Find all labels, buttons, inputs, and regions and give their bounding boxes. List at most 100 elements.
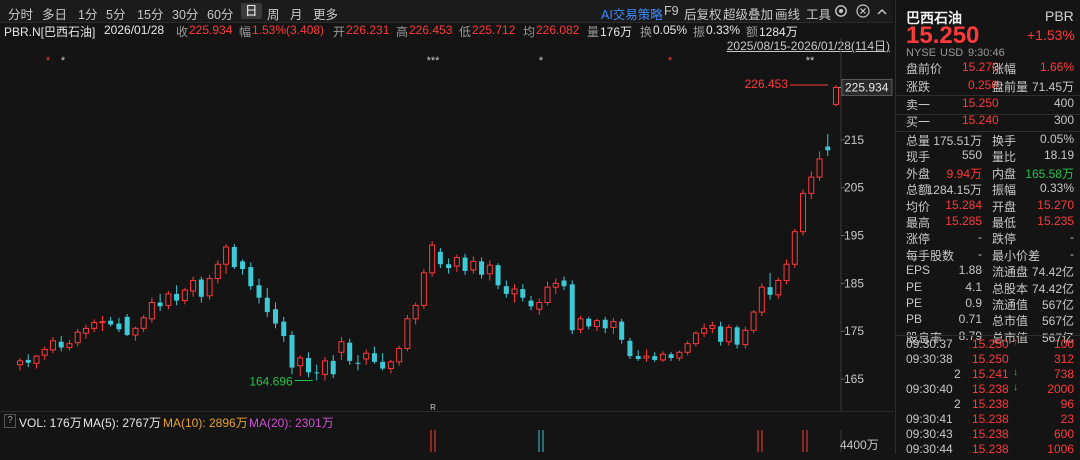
period-tab-monthly[interactable]: 月 [290,4,303,23]
candle-body-down [289,335,295,368]
candle-body-down [347,342,353,361]
trade-time: 09:30:40 [906,382,953,396]
candle-body-down [124,316,130,336]
volume-bar [802,428,808,452]
arrow-down-icon: ↓ [1013,367,1018,378]
candle-body-up [321,360,328,375]
stat-value: 567亿 [1041,314,1074,329]
stat-value: - [978,246,982,261]
adjust-button[interactable]: 后复权 [684,4,722,23]
candle-body-down [825,146,831,151]
volume-indicator-bar: ? VOL: 176万 MA(5): 2767万 MA(10): 2896万 M… [0,411,893,430]
period-tab-daily[interactable]: 日 [241,3,262,19]
overlay-button[interactable]: 超级叠加 [723,4,773,23]
candle-body-up [775,279,782,296]
stat-label: 总量 [906,134,931,148]
candle-body-down [569,284,575,331]
stat-row: 最高 15.285 最低 15.235 [896,214,1078,232]
close-icon[interactable] [856,4,870,18]
premarket-change-value: 1.66% [1039,60,1074,74]
stat-row: 总额 1284.15万 振幅 0.33% [896,181,1078,199]
stat-label: 总股本 [992,281,1029,296]
trade-volume: 100 [1053,337,1074,351]
period-tab-weekly[interactable]: 周 [267,4,280,23]
candle-body-up [833,86,839,105]
candle-body-up [41,348,48,356]
bar-date: 2026/01/28 [104,23,165,37]
stat-label: 最低 [992,216,1017,230]
stat-label: 每手股数 [906,248,955,263]
candle-body-up [132,327,139,336]
stat-value: 9.94万 [946,166,982,181]
draw-line-button[interactable]: 画线 [775,4,800,23]
candle-body-up [709,324,716,329]
candle-body-down [627,340,633,357]
stat-row: 每手股数 - 最小价差 - [896,247,1078,265]
trade-volume: 312 [1053,352,1074,366]
candle-body-down [264,297,270,313]
stat-row: 涨停 - 跌停 - [896,230,1078,248]
candle-body-down [25,359,31,363]
candle-body-down [198,279,204,297]
candle-body-up [165,293,172,306]
stat-row: 外盘 9.94万 内盘 165.58万 [896,165,1078,183]
trade-price: 15.241 [972,367,1009,381]
candle-body-down [240,261,246,269]
stat-label: 均价 [906,199,931,214]
quote-panel: 巴西石油 PBR 15.250 +1.53% NYSE USD 9:30:46 … [895,0,1080,456]
candle-body-down [652,356,658,360]
ai-strategy-button[interactable]: AI交易策略 [601,4,663,23]
change-value: 1.53%(3.408) [252,23,325,37]
trade-time: 09:30:37 [906,337,953,351]
trade-time: 09:30:41 [906,412,953,426]
period-tab-multiday[interactable]: 多日 [42,4,67,23]
chevron-up-icon[interactable] [876,6,888,16]
candle-body-up [140,317,147,329]
period-tab-more[interactable]: 更多 [313,4,338,23]
candle-body-up [404,318,411,349]
candle-body-down [602,319,608,329]
stat-label: EPS [906,263,931,278]
candle-body-up [148,302,155,320]
exchange: NYSE [906,47,936,59]
stat-label: 流通盘 [992,265,1029,280]
candle-body-up [206,278,213,297]
period-tab-5min[interactable]: 5分 [106,4,125,23]
candle-body-up [577,318,584,330]
candle-body-up [725,326,732,343]
candle-body-down [619,321,625,340]
settings-icon[interactable] [834,4,848,18]
candle-body-down [520,289,526,298]
stat-value: 0.9 [965,296,982,310]
candle-body-up [99,321,106,324]
candle-body-down [281,321,287,336]
stat-row: EPS 1.88 流通盘 74.42亿 [896,263,1078,281]
candle-body-down [371,353,377,362]
low-value: 225.712 [472,23,516,37]
candlestick-chart[interactable]: * * *** * * **215205195185175165226.453164.69… [0,38,893,452]
help-icon[interactable]: ? [4,414,16,428]
candle-body-up [750,311,757,331]
candle-body-up [429,244,436,274]
period-tab-30min[interactable]: 30分 [172,4,198,23]
trade-time: 2 [954,397,961,411]
candle-body-up [363,352,370,360]
stat-label: 流通值 [992,298,1029,312]
period-tab-15min[interactable]: 15分 [137,4,163,23]
f9-button[interactable]: F9 [664,4,679,18]
period-tab-60min[interactable]: 60分 [207,4,233,23]
stat-row: PE 0.9 流通值 567亿 [896,296,1078,314]
candle-body-up [338,341,345,353]
period-tab-1min[interactable]: 1分 [78,4,97,23]
bid-price: 15.240 [962,113,999,127]
candle-body-up [552,282,559,288]
period-tab-intraday[interactable]: 分时 [8,4,33,23]
candle-body-up [643,355,650,359]
candle-body-down [479,261,485,275]
candle-body-up [659,353,666,361]
avg-value: 226.082 [536,23,580,37]
ask-row: 卖一 15.250 400 [896,96,1078,114]
tools-button[interactable]: 工具 [806,4,831,23]
event-marker: *** [427,55,441,67]
last-price: 15.250 [906,22,980,49]
